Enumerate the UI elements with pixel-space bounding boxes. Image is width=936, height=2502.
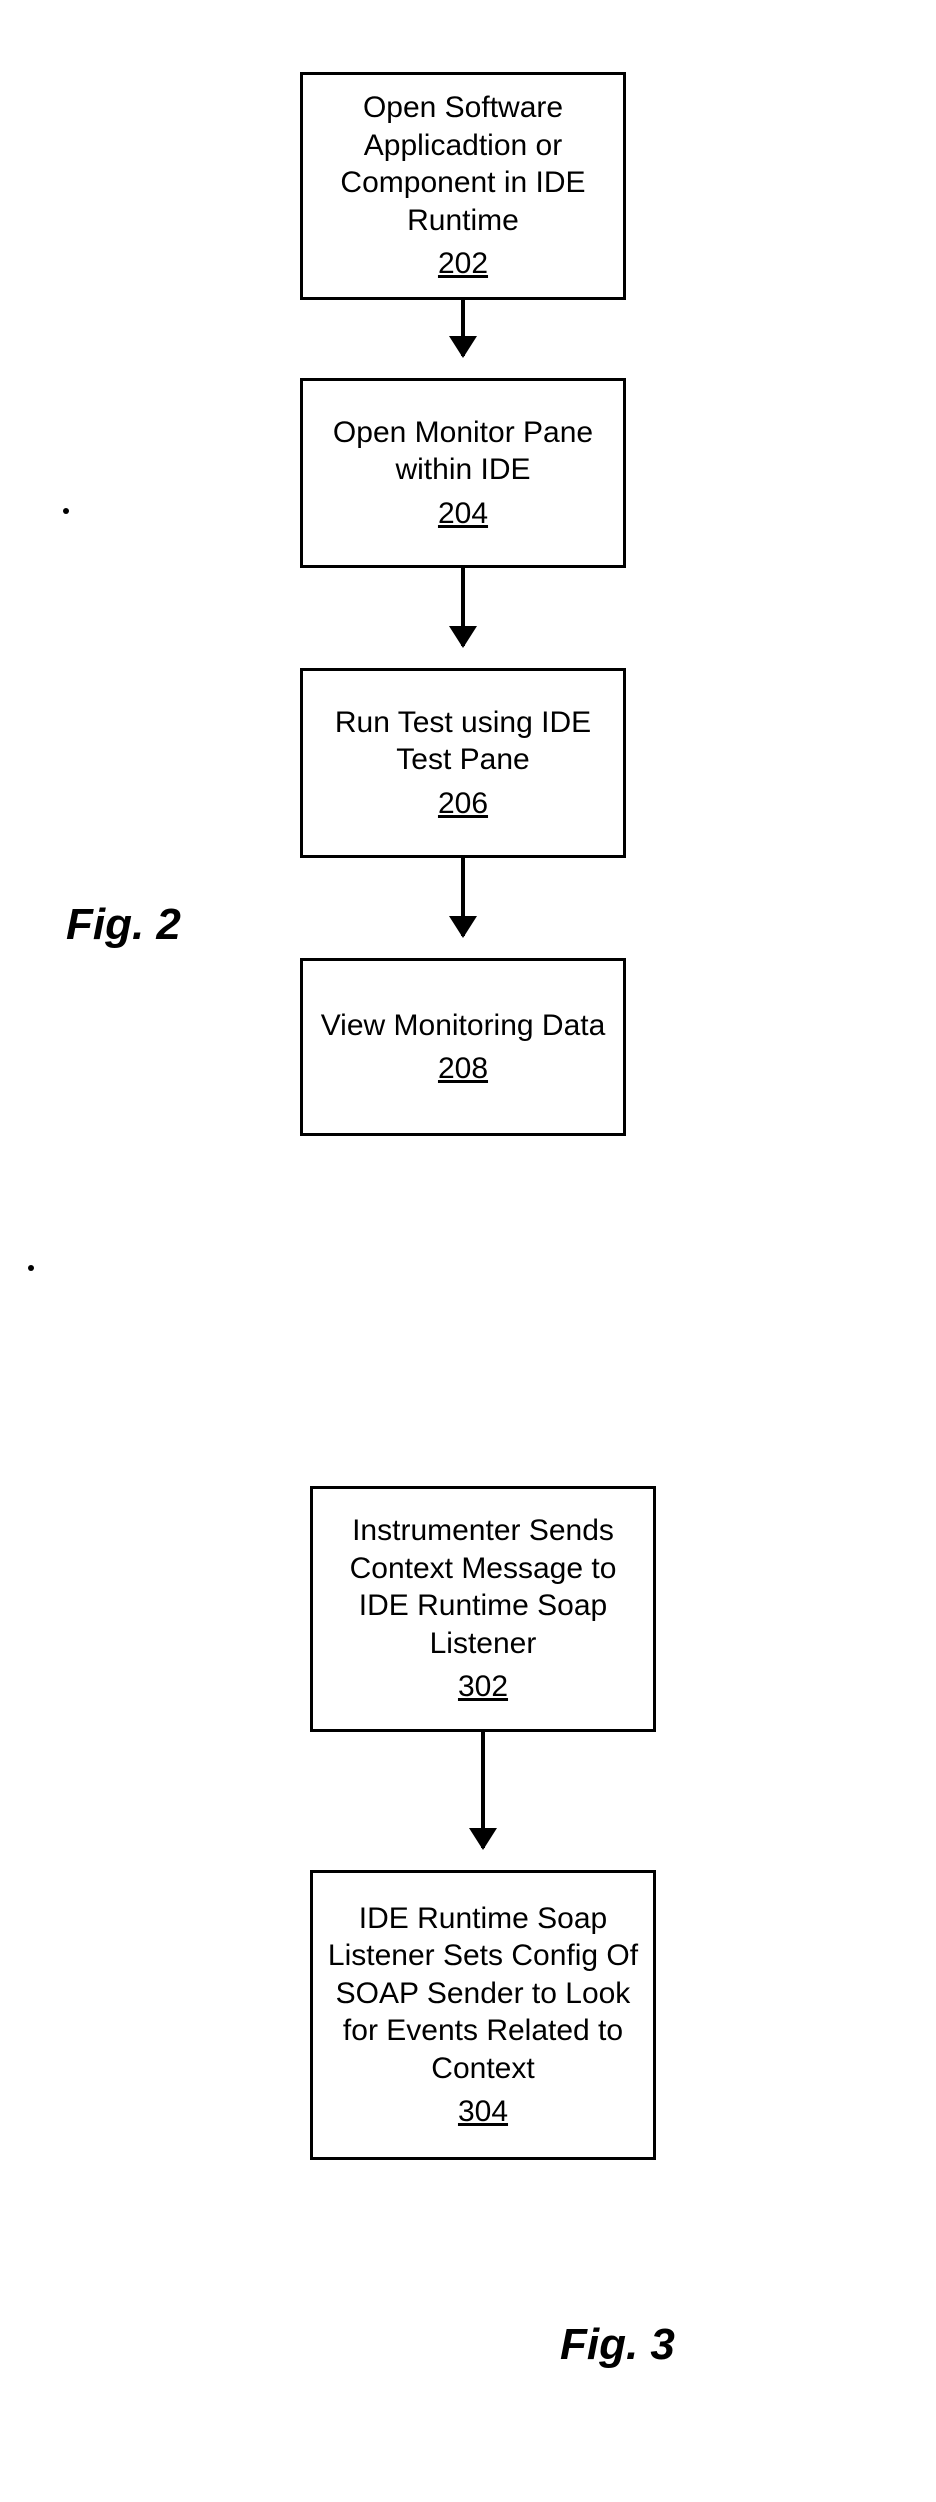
flow-box-304: IDE Runtime Soap Listener Sets Config Of… (310, 1870, 656, 2160)
box-ref: 302 (458, 1668, 508, 1706)
arrow-302-304 (481, 1732, 485, 1848)
flow-box-302: Instrumenter Sends Context Message to ID… (310, 1486, 656, 1732)
box-text: Open Software Applicadtion or Component … (313, 89, 613, 239)
stray-dot (63, 508, 69, 514)
flow-box-204: Open Monitor Pane within IDE 204 (300, 378, 626, 568)
arrow-202-204 (461, 300, 465, 356)
box-text: Open Monitor Pane within IDE (313, 414, 613, 489)
flow-box-208: View Monitoring Data 208 (300, 958, 626, 1136)
box-text: Run Test using IDE Test Pane (313, 704, 613, 779)
diagram-canvas: Open Software Applicadtion or Component … (0, 0, 936, 2502)
flow-box-202: Open Software Applicadtion or Component … (300, 72, 626, 300)
box-text: View Monitoring Data (321, 1007, 606, 1045)
box-ref: 304 (458, 2093, 508, 2131)
box-text: IDE Runtime Soap Listener Sets Config Of… (323, 1900, 643, 2088)
box-text: Instrumenter Sends Context Message to ID… (323, 1512, 643, 1662)
figure-2-label: Fig. 2 (66, 900, 181, 950)
figure-3-label: Fig. 3 (560, 2320, 675, 2370)
box-ref: 208 (438, 1050, 488, 1088)
box-ref: 202 (438, 245, 488, 283)
arrow-204-206 (461, 568, 465, 646)
stray-dot (28, 1265, 34, 1271)
box-ref: 204 (438, 495, 488, 533)
box-ref: 206 (438, 785, 488, 823)
arrow-206-208 (461, 858, 465, 936)
flow-box-206: Run Test using IDE Test Pane 206 (300, 668, 626, 858)
